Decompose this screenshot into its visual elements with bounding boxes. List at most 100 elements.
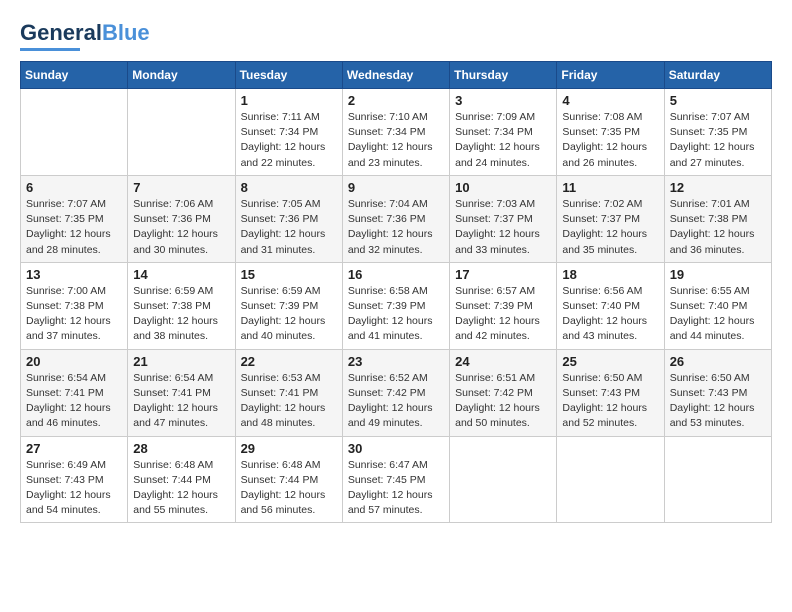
calendar-cell [557,436,664,523]
calendar-cell: 20 Sunrise: 6:54 AM Sunset: 7:41 PM Dayli… [21,349,128,436]
day-number: 10 [455,180,551,195]
calendar-cell: 4 Sunrise: 7:08 AM Sunset: 7:35 PM Daylig… [557,89,664,176]
day-info: Sunrise: 6:57 AM Sunset: 7:39 PM Dayligh… [455,284,551,345]
weekday-header-monday: Monday [128,62,235,89]
calendar-cell: 16Sunrise: 6:58 AM Sunset: 7:39 PM Dayli… [342,262,449,349]
calendar-cell: 18 Sunrise: 6:56 AM Sunset: 7:40 PM Dayli… [557,262,664,349]
day-number: 9 [348,180,444,195]
day-info: Sunrise: 7:06 AM Sunset: 7:36 PM Dayligh… [133,197,229,258]
day-info: Sunrise: 6:59 AM Sunset: 7:39 PM Dayligh… [241,284,337,345]
calendar-body: 1 Sunrise: 7:11 AM Sunset: 7:34 PM Daylig… [21,89,772,523]
calendar-cell: 17 Sunrise: 6:57 AM Sunset: 7:39 PM Dayli… [450,262,557,349]
logo-general: General [20,20,102,46]
day-number: 19 [670,267,766,282]
day-info: Sunrise: 7:02 AM Sunset: 7:37 PM Dayligh… [562,197,658,258]
weekday-header-saturday: Saturday [664,62,771,89]
day-info: Sunrise: 7:09 AM Sunset: 7:34 PM Dayligh… [455,110,551,171]
calendar-cell: 7Sunrise: 7:06 AM Sunset: 7:36 PM Daylig… [128,175,235,262]
calendar-cell: 28 Sunrise: 6:48 AM Sunset: 7:44 PM Dayli… [128,436,235,523]
calendar-cell: 11 Sunrise: 7:02 AM Sunset: 7:37 PM Dayli… [557,175,664,262]
day-info: Sunrise: 6:47 AM Sunset: 7:45 PM Dayligh… [348,458,444,519]
calendar-cell: 30 Sunrise: 6:47 AM Sunset: 7:45 PM Dayli… [342,436,449,523]
logo: General Blue [20,20,150,51]
day-number: 5 [670,93,766,108]
calendar-week-row: 27 Sunrise: 6:49 AM Sunset: 7:43 PM Dayli… [21,436,772,523]
day-number: 29 [241,441,337,456]
calendar-cell: 10 Sunrise: 7:03 AM Sunset: 7:37 PM Dayli… [450,175,557,262]
calendar-cell [128,89,235,176]
day-info: Sunrise: 6:54 AM Sunset: 7:41 PM Dayligh… [133,371,229,432]
day-number: 12 [670,180,766,195]
day-info: Sunrise: 7:05 AM Sunset: 7:36 PM Dayligh… [241,197,337,258]
day-info: Sunrise: 7:07 AM Sunset: 7:35 PM Dayligh… [26,197,122,258]
calendar-cell: 22 Sunrise: 6:53 AM Sunset: 7:41 PM Dayli… [235,349,342,436]
day-info: Sunrise: 6:53 AM Sunset: 7:41 PM Dayligh… [241,371,337,432]
day-info: Sunrise: 7:08 AM Sunset: 7:35 PM Dayligh… [562,110,658,171]
day-info: Sunrise: 6:49 AM Sunset: 7:43 PM Dayligh… [26,458,122,519]
calendar-cell: 25 Sunrise: 6:50 AM Sunset: 7:43 PM Dayli… [557,349,664,436]
weekday-header-wednesday: Wednesday [342,62,449,89]
logo-underline [20,48,80,51]
calendar-cell: 13 Sunrise: 7:00 AM Sunset: 7:38 PM Dayli… [21,262,128,349]
day-number: 15 [241,267,337,282]
day-info: Sunrise: 7:11 AM Sunset: 7:34 PM Dayligh… [241,110,337,171]
calendar-cell: 12 Sunrise: 7:01 AM Sunset: 7:38 PM Dayli… [664,175,771,262]
calendar-cell: 2Sunrise: 7:10 AM Sunset: 7:34 PM Daylig… [342,89,449,176]
calendar-cell [450,436,557,523]
day-info: Sunrise: 6:50 AM Sunset: 7:43 PM Dayligh… [562,371,658,432]
calendar-cell [664,436,771,523]
calendar-cell: 21 Sunrise: 6:54 AM Sunset: 7:41 PM Dayli… [128,349,235,436]
page-header: General Blue [20,20,772,51]
day-number: 27 [26,441,122,456]
weekday-header-thursday: Thursday [450,62,557,89]
calendar-table: SundayMondayTuesdayWednesdayThursdayFrid… [20,61,772,523]
weekday-header-tuesday: Tuesday [235,62,342,89]
day-number: 6 [26,180,122,195]
calendar-cell: 19 Sunrise: 6:55 AM Sunset: 7:40 PM Dayli… [664,262,771,349]
day-info: Sunrise: 6:51 AM Sunset: 7:42 PM Dayligh… [455,371,551,432]
day-number: 20 [26,354,122,369]
day-number: 14 [133,267,229,282]
day-number: 25 [562,354,658,369]
day-number: 16 [348,267,444,282]
calendar-cell: 9Sunrise: 7:04 AM Sunset: 7:36 PM Daylig… [342,175,449,262]
day-number: 8 [241,180,337,195]
calendar-cell: 5 Sunrise: 7:07 AM Sunset: 7:35 PM Daylig… [664,89,771,176]
day-info: Sunrise: 6:59 AM Sunset: 7:38 PM Dayligh… [133,284,229,345]
day-info: Sunrise: 6:55 AM Sunset: 7:40 PM Dayligh… [670,284,766,345]
day-info: Sunrise: 6:48 AM Sunset: 7:44 PM Dayligh… [133,458,229,519]
day-info: Sunrise: 6:48 AM Sunset: 7:44 PM Dayligh… [241,458,337,519]
day-number: 4 [562,93,658,108]
calendar-cell: 23Sunrise: 6:52 AM Sunset: 7:42 PM Dayli… [342,349,449,436]
day-info: Sunrise: 7:07 AM Sunset: 7:35 PM Dayligh… [670,110,766,171]
calendar-header-row: SundayMondayTuesdayWednesdayThursdayFrid… [21,62,772,89]
day-number: 17 [455,267,551,282]
day-info: Sunrise: 7:01 AM Sunset: 7:38 PM Dayligh… [670,197,766,258]
calendar-cell: 24Sunrise: 6:51 AM Sunset: 7:42 PM Dayli… [450,349,557,436]
weekday-header-sunday: Sunday [21,62,128,89]
calendar-cell: 29 Sunrise: 6:48 AM Sunset: 7:44 PM Dayli… [235,436,342,523]
day-number: 1 [241,93,337,108]
day-number: 28 [133,441,229,456]
day-number: 13 [26,267,122,282]
day-info: Sunrise: 7:00 AM Sunset: 7:38 PM Dayligh… [26,284,122,345]
calendar-week-row: 6 Sunrise: 7:07 AM Sunset: 7:35 PM Daylig… [21,175,772,262]
calendar-cell: 15 Sunrise: 6:59 AM Sunset: 7:39 PM Dayli… [235,262,342,349]
logo-blue: Blue [102,20,150,46]
calendar-cell: 27 Sunrise: 6:49 AM Sunset: 7:43 PM Dayli… [21,436,128,523]
day-number: 26 [670,354,766,369]
calendar-week-row: 1 Sunrise: 7:11 AM Sunset: 7:34 PM Daylig… [21,89,772,176]
calendar-cell: 3 Sunrise: 7:09 AM Sunset: 7:34 PM Daylig… [450,89,557,176]
day-number: 22 [241,354,337,369]
calendar-week-row: 20 Sunrise: 6:54 AM Sunset: 7:41 PM Dayli… [21,349,772,436]
day-info: Sunrise: 7:10 AM Sunset: 7:34 PM Dayligh… [348,110,444,171]
day-info: Sunrise: 6:56 AM Sunset: 7:40 PM Dayligh… [562,284,658,345]
day-number: 3 [455,93,551,108]
day-number: 11 [562,180,658,195]
day-info: Sunrise: 7:03 AM Sunset: 7:37 PM Dayligh… [455,197,551,258]
day-number: 18 [562,267,658,282]
day-info: Sunrise: 6:54 AM Sunset: 7:41 PM Dayligh… [26,371,122,432]
day-number: 30 [348,441,444,456]
day-number: 21 [133,354,229,369]
calendar-cell: 1 Sunrise: 7:11 AM Sunset: 7:34 PM Daylig… [235,89,342,176]
